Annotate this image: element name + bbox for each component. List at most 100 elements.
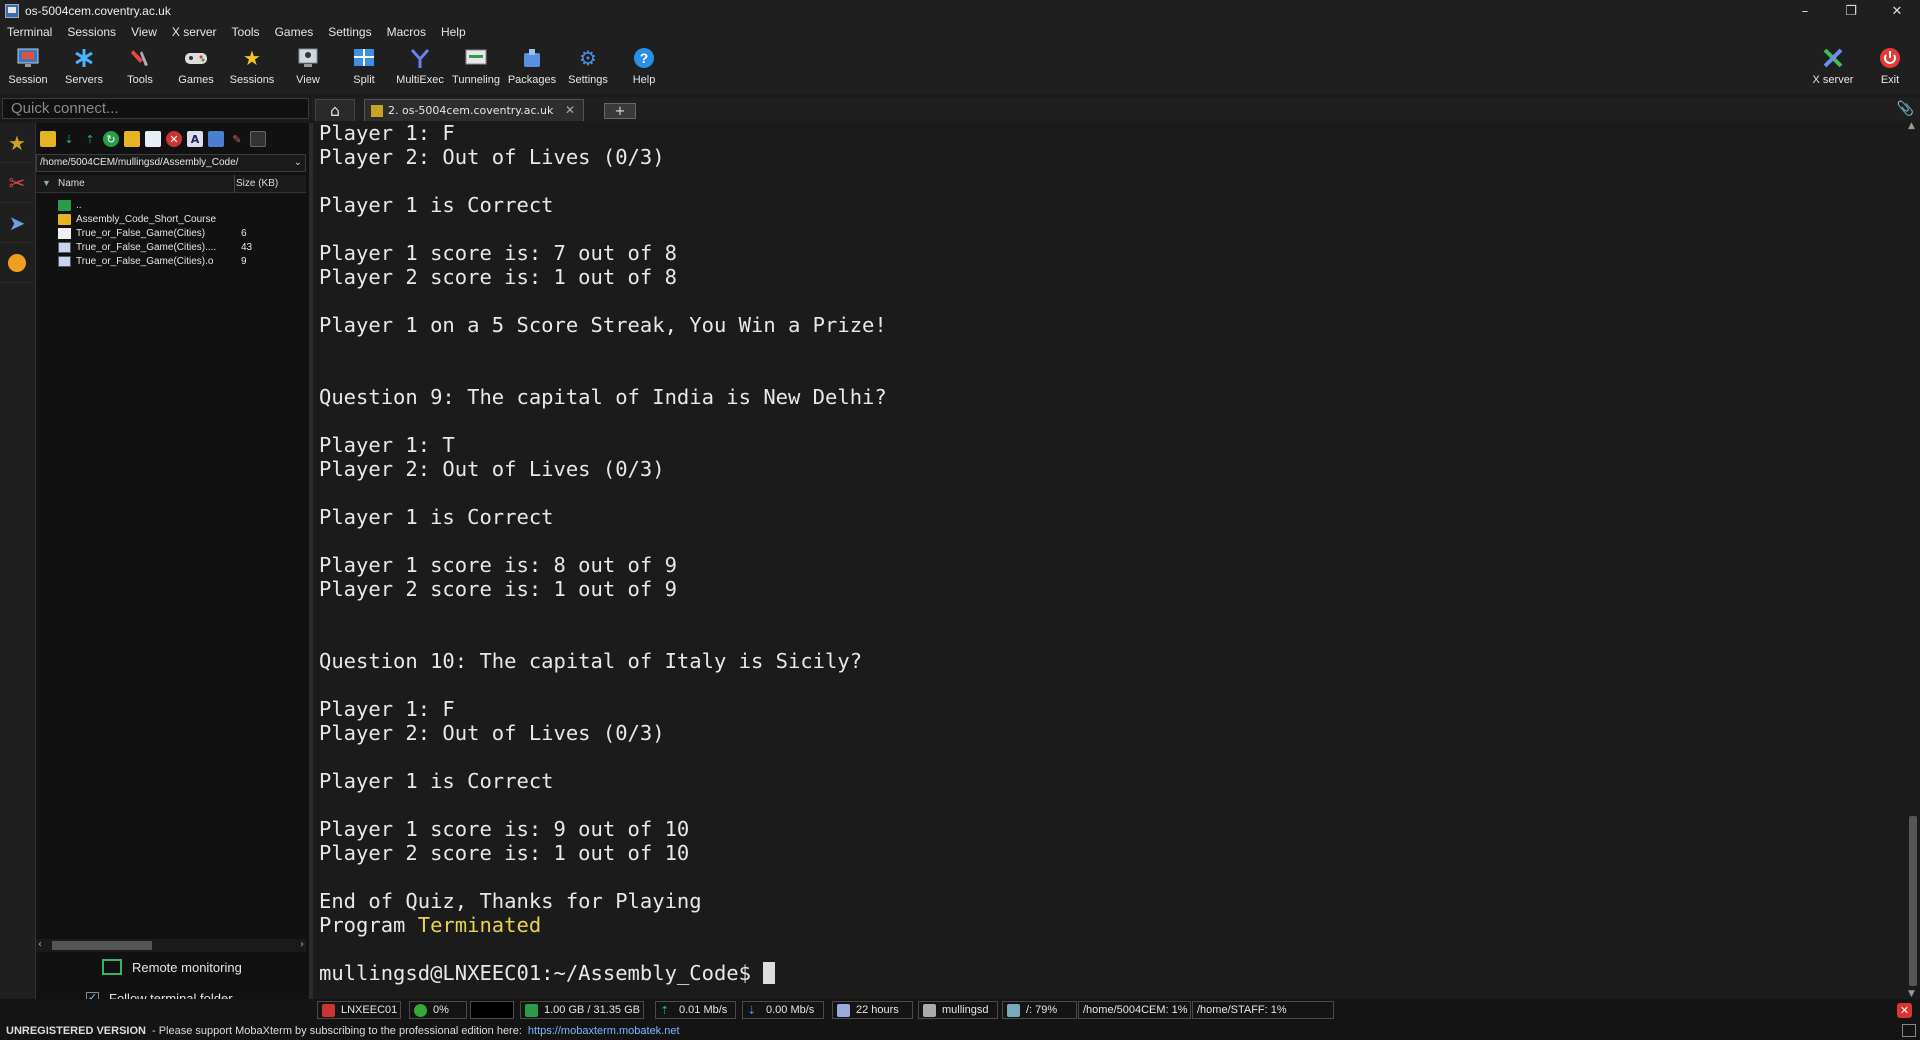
mobaxterm-link[interactable]: https://mobaxterm.mobatek.net xyxy=(528,1025,680,1037)
servers-button[interactable]: Servers xyxy=(56,44,112,92)
sessions-button[interactable]: ★ Sessions xyxy=(224,44,280,92)
split-button[interactable]: Split xyxy=(336,44,392,92)
menu-sessions[interactable]: Sessions xyxy=(67,25,116,39)
terminal-output[interactable]: Player 1: F Player 2: Out of Lives (0/3) P… xyxy=(313,121,1906,999)
new-folder-icon[interactable] xyxy=(124,131,140,147)
tunneling-button[interactable]: Tunneling xyxy=(448,44,504,92)
horizontal-scrollbar[interactable]: ‹ › xyxy=(36,939,306,952)
multiexec-button[interactable]: MultiExec xyxy=(392,44,448,92)
monitor-icon xyxy=(16,46,40,70)
games-button[interactable]: Games xyxy=(168,44,224,92)
rename-icon[interactable]: A xyxy=(187,131,203,147)
packages-button[interactable]: Packages xyxy=(504,44,560,92)
monitoring-icon xyxy=(102,959,122,975)
close-tab-icon[interactable]: ✕ xyxy=(565,103,575,117)
help-button[interactable]: ? Help xyxy=(616,44,672,92)
new-tab-button[interactable]: + xyxy=(604,103,636,119)
view-icon xyxy=(296,46,320,70)
status-user: mullingsd xyxy=(918,1001,998,1019)
user-icon xyxy=(923,1003,936,1017)
parent-folder-icon xyxy=(58,200,71,211)
binary-file-icon xyxy=(58,256,71,267)
tools-button[interactable]: Tools xyxy=(112,44,168,92)
ssh-session-icon xyxy=(371,104,383,117)
scroll-right-icon[interactable]: › xyxy=(300,939,304,950)
disconnect-icon[interactable]: ✕ xyxy=(1897,1003,1912,1018)
settings-button[interactable]: ⚙ Settings xyxy=(560,44,616,92)
multiexec-icon xyxy=(408,46,432,70)
scroll-left-icon[interactable]: ‹ xyxy=(38,939,42,950)
sftp-browser: ⇣ ⇡ ↻ ✕ A ✎ /home/5004CEM/mullingsd/Asse… xyxy=(36,123,309,1019)
column-name[interactable]: Name xyxy=(58,178,85,189)
terminal-prompt[interactable]: mullingsd@LNXEEC01:~/Assembly_Code$ xyxy=(319,961,776,985)
status-disk-root: /: 79% xyxy=(1002,1001,1077,1019)
star-icon: ★ xyxy=(8,130,26,155)
sftp-sidebar-tab[interactable] xyxy=(0,243,34,283)
paperclip-icon[interactable]: 📎 xyxy=(1897,101,1914,117)
prompt-text: mullingsd@LNXEEC01:~/Assembly_Code$ xyxy=(319,961,764,985)
close-button[interactable]: ✕ xyxy=(1874,0,1920,22)
remote-monitoring-button[interactable]: Remote monitoring xyxy=(102,957,242,977)
column-divider[interactable] xyxy=(234,175,235,193)
permissions-icon[interactable]: ✎ xyxy=(229,131,245,147)
toggle-hidden-icon[interactable] xyxy=(208,131,224,147)
menu-tools[interactable]: Tools xyxy=(232,25,260,39)
terminal-line: Player 2 score is: 1 out of 9 xyxy=(319,577,677,601)
chevron-down-icon[interactable]: ⌄ xyxy=(294,155,302,171)
session-tab[interactable]: 2. os-5004cem.coventry.ac.uk ✕ xyxy=(364,99,584,121)
tools-sidebar-tab[interactable]: ✂ xyxy=(0,163,34,203)
menu-terminal[interactable]: Terminal xyxy=(7,25,52,39)
file-row[interactable]: True_or_False_Game(Cities).o 9 xyxy=(36,254,306,271)
menu-bar: Terminal Sessions View X server Tools Ga… xyxy=(0,22,1920,42)
menu-x-server[interactable]: X server xyxy=(172,25,217,39)
delete-icon[interactable]: ✕ xyxy=(166,131,182,147)
home-icon: ⌂ xyxy=(329,101,341,120)
minimize-button[interactable]: – xyxy=(1782,0,1828,22)
terminal-line: Player 1 score is: 7 out of 8 xyxy=(319,241,677,265)
refresh-icon[interactable]: ↻ xyxy=(103,131,119,147)
scrollbar-thumb[interactable] xyxy=(1909,816,1917,986)
binary-file-icon xyxy=(58,242,71,253)
view-button[interactable]: View xyxy=(280,44,336,92)
menu-help[interactable]: Help xyxy=(441,25,466,39)
terminal-icon[interactable] xyxy=(250,131,266,147)
sessions-sidebar-tab[interactable]: ★ xyxy=(0,123,34,163)
menu-macros[interactable]: Macros xyxy=(387,25,426,39)
maximize-button[interactable]: ❐ xyxy=(1828,0,1874,22)
session-button[interactable]: Session xyxy=(0,44,56,92)
menu-games[interactable]: Games xyxy=(275,25,314,39)
status-bar: LNXEEC01 0% 1.00 GB / 31.35 GB ⇡ 0.01 Mb/… xyxy=(0,999,1920,1021)
home-tab[interactable]: ⌂ xyxy=(315,99,355,121)
host-icon xyxy=(322,1003,335,1017)
column-size[interactable]: Size (KB) xyxy=(236,178,278,189)
left-sidebar: ★ ✂ ➤ xyxy=(0,123,36,999)
terminal-line: Player 1 score is: 8 out of 9 xyxy=(319,553,677,577)
tab-bar: ⌂ 2. os-5004cem.coventry.ac.uk ✕ + 📎 xyxy=(312,97,1920,121)
status-download: ⇣ 0.00 Mb/s xyxy=(742,1001,824,1019)
menu-view[interactable]: View xyxy=(131,25,157,39)
packages-icon xyxy=(520,46,544,70)
upload-icon[interactable]: ⇡ xyxy=(82,131,98,147)
macros-sidebar-tab[interactable]: ➤ xyxy=(0,203,34,243)
new-file-icon[interactable] xyxy=(145,131,161,147)
terminal-scrollbar[interactable]: ▲ ▼ xyxy=(1906,121,1920,999)
exit-button[interactable]: Exit xyxy=(1862,44,1918,92)
document-icon xyxy=(58,228,71,239)
parent-folder-icon[interactable] xyxy=(40,131,56,147)
scroll-up-icon[interactable]: ▲ xyxy=(1908,121,1915,131)
sftp-toolbar: ⇣ ⇡ ↻ ✕ A ✎ xyxy=(36,129,309,149)
unregistered-banner: UNREGISTERED VERSION - Please support Mo… xyxy=(0,1021,1920,1040)
main-toolbar: Session Servers Tools Games ★ Sessions V… xyxy=(0,42,1920,95)
x-server-button[interactable]: X server xyxy=(1805,44,1861,92)
sftp-icon xyxy=(8,253,26,272)
scrollbar-thumb[interactable] xyxy=(52,941,152,950)
menu-settings[interactable]: Settings xyxy=(328,25,371,39)
terminated-word: Terminated xyxy=(417,913,542,937)
svg-text:?: ? xyxy=(640,50,649,66)
window-corner-icon xyxy=(1902,1024,1916,1037)
sftp-path-input[interactable]: /home/5004CEM/mullingsd/Assembly_Code/ ⌄ xyxy=(36,154,306,172)
download-icon[interactable]: ⇣ xyxy=(61,131,77,147)
terminal-line: Player 1 is Correct xyxy=(319,769,554,793)
quick-connect-input[interactable]: Quick connect... xyxy=(2,98,309,119)
scroll-down-icon[interactable]: ▼ xyxy=(1908,989,1915,999)
